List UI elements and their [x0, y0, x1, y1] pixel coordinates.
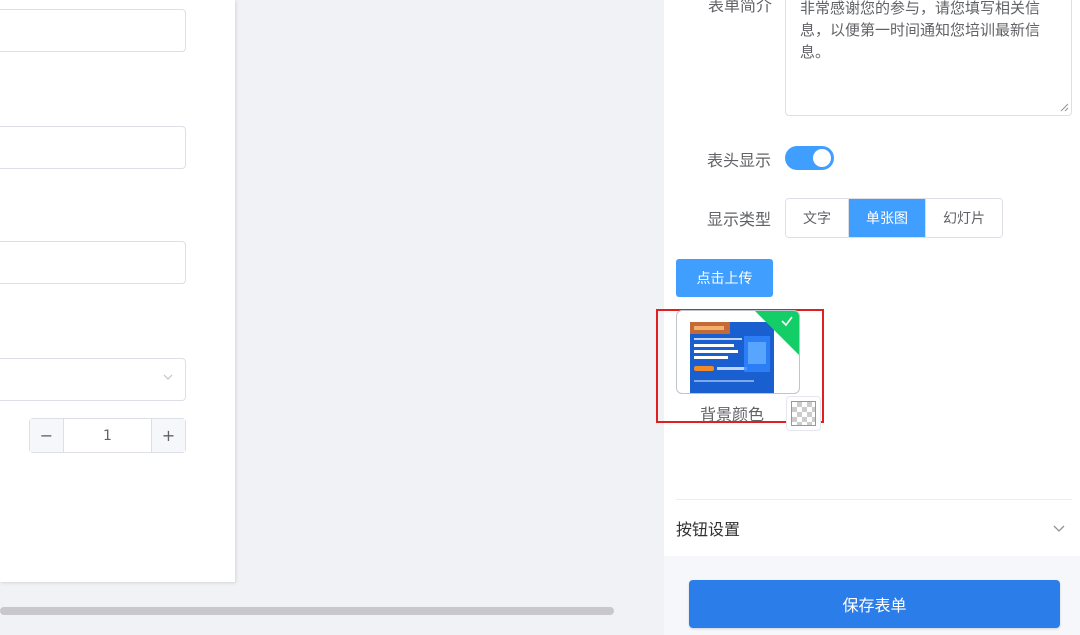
uploaded-image-thumbnail[interactable]	[676, 310, 800, 394]
description-label: 表单简介	[707, 0, 772, 15]
resize-handle-icon[interactable]	[1059, 102, 1069, 112]
check-icon	[781, 316, 793, 327]
display-type-radio-group: 文字 单张图 幻灯片	[785, 198, 1003, 238]
form-preview-area: − 1 +	[0, 0, 664, 635]
header-display-label: 表头显示	[706, 151, 771, 170]
settings-panel: 表单简介 非常感谢您的参与，请您填写相关信息，以便第一时间通知您培训最新信息。 …	[656, 0, 1080, 635]
display-type-label: 显示类型	[706, 210, 771, 229]
display-type-text-option[interactable]: 文字	[786, 199, 848, 237]
chevron-down-icon	[163, 374, 173, 380]
display-type-slideshow-option[interactable]: 幻灯片	[925, 199, 1002, 237]
stepper-plus-button[interactable]: +	[151, 419, 185, 452]
footer-bar: 保存表单	[664, 556, 1080, 635]
stepper-minus-button[interactable]: −	[30, 419, 64, 452]
background-color-label: 背景颜色	[700, 405, 765, 424]
upload-button[interactable]: 点击上传	[676, 259, 773, 297]
button-settings-title: 按钮设置	[676, 520, 741, 539]
button-settings-collapse[interactable]: 按钮设置	[676, 500, 1072, 556]
header-display-switch[interactable]	[785, 146, 834, 170]
display-type-single-image-option[interactable]: 单张图	[848, 199, 925, 237]
save-form-button[interactable]: 保存表单	[689, 580, 1060, 628]
preview-quantity-stepper[interactable]: − 1 +	[29, 418, 186, 453]
background-color-picker[interactable]	[786, 396, 821, 431]
form-preview-card: − 1 +	[0, 0, 235, 582]
switch-knob	[813, 149, 831, 167]
preview-text-input-2[interactable]	[0, 126, 186, 169]
transparent-color-swatch	[791, 401, 816, 426]
preview-text-input-3[interactable]	[0, 241, 186, 284]
description-textarea[interactable]: 非常感谢您的参与，请您填写相关信息，以便第一时间通知您培训最新信息。	[785, 0, 1072, 116]
stepper-value[interactable]: 1	[64, 419, 151, 452]
preview-text-input-1[interactable]	[0, 9, 186, 52]
horizontal-scrollbar[interactable]	[0, 607, 614, 615]
preview-select[interactable]	[0, 358, 186, 401]
chevron-down-icon	[1053, 525, 1065, 532]
